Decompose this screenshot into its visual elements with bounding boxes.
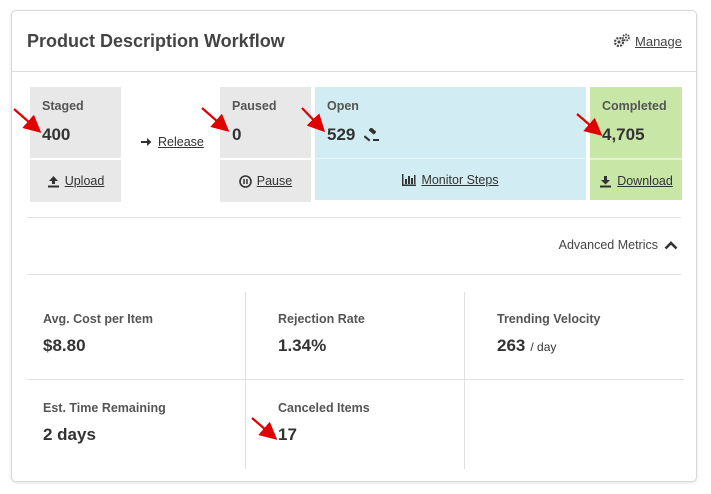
- stage-label: Open: [327, 99, 359, 113]
- stage-value: 0: [232, 125, 242, 144]
- stage-label: Completed: [602, 99, 667, 113]
- metric-rejection-rate: Rejection Rate 1.34%: [278, 312, 365, 356]
- bar-chart-icon: [402, 174, 417, 186]
- stage-label: Staged: [42, 99, 84, 113]
- metric-value: $8.80: [43, 336, 86, 355]
- gavel-icon: [364, 128, 380, 142]
- stage-completed: Completed 4,705 Download: [590, 87, 682, 200]
- workflow-card: Product Description Workflow Manage Stag…: [11, 10, 697, 482]
- upload-icon: [47, 175, 59, 187]
- metric-value: 17: [278, 425, 297, 444]
- upload-button[interactable]: Upload: [30, 158, 121, 202]
- metric-label: Canceled Items: [278, 401, 370, 415]
- page-title: Product Description Workflow: [27, 31, 285, 51]
- metric-trending-velocity: Trending Velocity 263 / day: [497, 312, 601, 356]
- stage-label: Paused: [232, 99, 277, 113]
- gears-icon: [613, 33, 630, 48]
- divider: [27, 274, 681, 275]
- stage-staged: Staged 400 Upload: [30, 87, 121, 202]
- metric-unit: / day: [530, 340, 557, 354]
- card-header: Product Description Workflow Manage: [12, 11, 696, 72]
- metric-value: 2 days: [43, 425, 96, 444]
- stage-value: 400: [42, 125, 71, 144]
- metric-est-time: Est. Time Remaining 2 days: [43, 401, 166, 445]
- advanced-metrics-label: Advanced Metrics: [558, 238, 658, 252]
- grid-divider: [464, 292, 465, 469]
- download-icon: [600, 175, 612, 187]
- chevron-up-icon: [664, 241, 678, 250]
- pause-label: Pause: [256, 174, 293, 188]
- arrow-right-icon: [141, 138, 152, 146]
- metric-label: Rejection Rate: [278, 312, 365, 326]
- grid-divider: [27, 379, 684, 380]
- monitor-steps-label: Monitor Steps: [421, 173, 499, 187]
- download-button[interactable]: Download: [590, 158, 682, 202]
- metric-value-row: 263 / day: [497, 336, 601, 356]
- metric-label: Avg. Cost per Item: [43, 312, 153, 326]
- metric-value: 1.34%: [278, 336, 327, 355]
- release-link[interactable]: Release: [140, 135, 204, 149]
- monitor-steps-button[interactable]: Monitor Steps: [315, 158, 586, 201]
- manage-label: Manage: [635, 33, 682, 49]
- metric-value: 263: [497, 336, 526, 355]
- advanced-metrics-toggle[interactable]: Advanced Metrics: [559, 238, 678, 252]
- manage-link[interactable]: Manage: [613, 33, 682, 49]
- divider: [27, 217, 681, 218]
- pause-icon: [238, 174, 252, 188]
- stage-value: 529: [327, 125, 356, 144]
- stage-open: Open 529 Monitor Steps: [315, 87, 586, 200]
- release-label: Release: [158, 135, 204, 149]
- pause-button[interactable]: Pause: [220, 158, 311, 202]
- metric-label: Trending Velocity: [497, 312, 601, 326]
- metric-label: Est. Time Remaining: [43, 401, 166, 415]
- download-label: Download: [617, 174, 673, 188]
- stage-value: 4,705: [602, 125, 645, 144]
- upload-label: Upload: [64, 174, 105, 188]
- metric-avg-cost: Avg. Cost per Item $8.80: [43, 312, 153, 356]
- grid-divider: [245, 292, 246, 469]
- stage-paused: Paused 0 Pause: [220, 87, 311, 202]
- stage-value-row: 529: [327, 125, 380, 145]
- metric-canceled-items: Canceled Items 17: [278, 401, 370, 445]
